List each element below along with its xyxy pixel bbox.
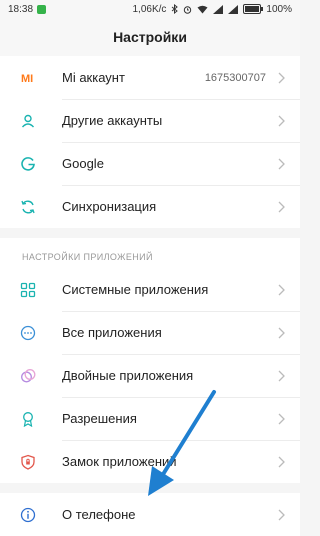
settings-item-label: Разрешения xyxy=(62,411,137,426)
person-icon xyxy=(20,113,36,129)
settings-item-dual-apps[interactable]: Двойные приложения xyxy=(0,354,300,397)
section-header: НАСТРОЙКИ ПРИЛОЖЕНИЙ xyxy=(0,238,300,268)
settings-item-label: Замок приложений xyxy=(62,454,177,469)
accounts-section: MI Mi аккаунт 1675300707 Другие аккаунты… xyxy=(0,56,300,228)
device-section: О телефоне xyxy=(0,493,300,536)
notification-icon xyxy=(37,4,47,14)
settings-item-about-phone[interactable]: О телефоне xyxy=(0,493,300,536)
info-icon xyxy=(20,507,36,523)
settings-item-label: Другие аккаунты xyxy=(62,113,163,128)
settings-item-google[interactable]: Google xyxy=(0,142,300,185)
page-title-bar: Настройки xyxy=(0,18,300,56)
chevron-right-icon xyxy=(278,201,285,212)
settings-item-permissions[interactable]: Разрешения xyxy=(0,397,300,440)
shield-lock-icon xyxy=(20,454,36,470)
settings-item-label: Системные приложения xyxy=(62,282,209,297)
settings-item-system-apps[interactable]: Системные приложения xyxy=(0,268,300,311)
battery-percent: 100% xyxy=(266,3,292,15)
svg-text:MI: MI xyxy=(21,73,33,85)
grid-icon xyxy=(20,282,36,298)
chevron-right-icon xyxy=(278,413,285,424)
chevron-right-icon xyxy=(278,72,285,83)
dual-circles-icon xyxy=(20,368,36,384)
signal-icon xyxy=(213,4,224,14)
settings-item-all-apps[interactable]: Все приложения xyxy=(0,311,300,354)
sync-icon xyxy=(20,199,36,215)
chevron-right-icon xyxy=(278,456,285,467)
network-speed: 1,06K/c xyxy=(132,3,167,15)
app-settings-section: НАСТРОЙКИ ПРИЛОЖЕНИЙ Системные приложени… xyxy=(0,238,300,483)
status-bar: 18:38 1,06K/c 100% xyxy=(0,0,300,18)
settings-item-label: О телефоне xyxy=(62,507,136,522)
settings-item-label: Синхронизация xyxy=(62,199,157,214)
chevron-right-icon xyxy=(278,509,285,520)
settings-item-label: Двойные приложения xyxy=(62,368,194,383)
chevron-right-icon xyxy=(278,284,285,295)
chevron-right-icon xyxy=(278,158,285,169)
settings-item-sync[interactable]: Синхронизация xyxy=(0,185,300,228)
settings-item-mi-account[interactable]: MI Mi аккаунт 1675300707 xyxy=(0,56,300,99)
section-divider xyxy=(0,228,300,238)
settings-item-app-lock[interactable]: Замок приложений xyxy=(0,440,300,483)
mi-logo-icon: MI xyxy=(20,70,36,86)
chevron-right-icon xyxy=(278,370,285,381)
wifi-icon xyxy=(197,5,208,13)
section-divider xyxy=(0,483,300,493)
settings-item-label: Все приложения xyxy=(62,325,162,340)
google-g-icon xyxy=(20,156,36,172)
chevron-right-icon xyxy=(278,115,285,126)
account-id: 1675300707 xyxy=(204,71,266,84)
alarm-icon xyxy=(184,5,192,14)
page-title: Настройки xyxy=(113,29,187,45)
dots-circle-icon xyxy=(20,325,36,341)
settings-item-other-accounts[interactable]: Другие аккаунты xyxy=(0,99,300,142)
settings-item-label: Google xyxy=(62,156,104,171)
status-time: 18:38 xyxy=(8,3,34,15)
settings-item-label: Mi аккаунт xyxy=(62,70,125,85)
bluetooth-icon xyxy=(172,4,179,14)
badge-icon xyxy=(20,411,36,427)
chevron-right-icon xyxy=(278,327,285,338)
battery-icon xyxy=(243,4,264,14)
signal-icon-2 xyxy=(228,4,239,14)
